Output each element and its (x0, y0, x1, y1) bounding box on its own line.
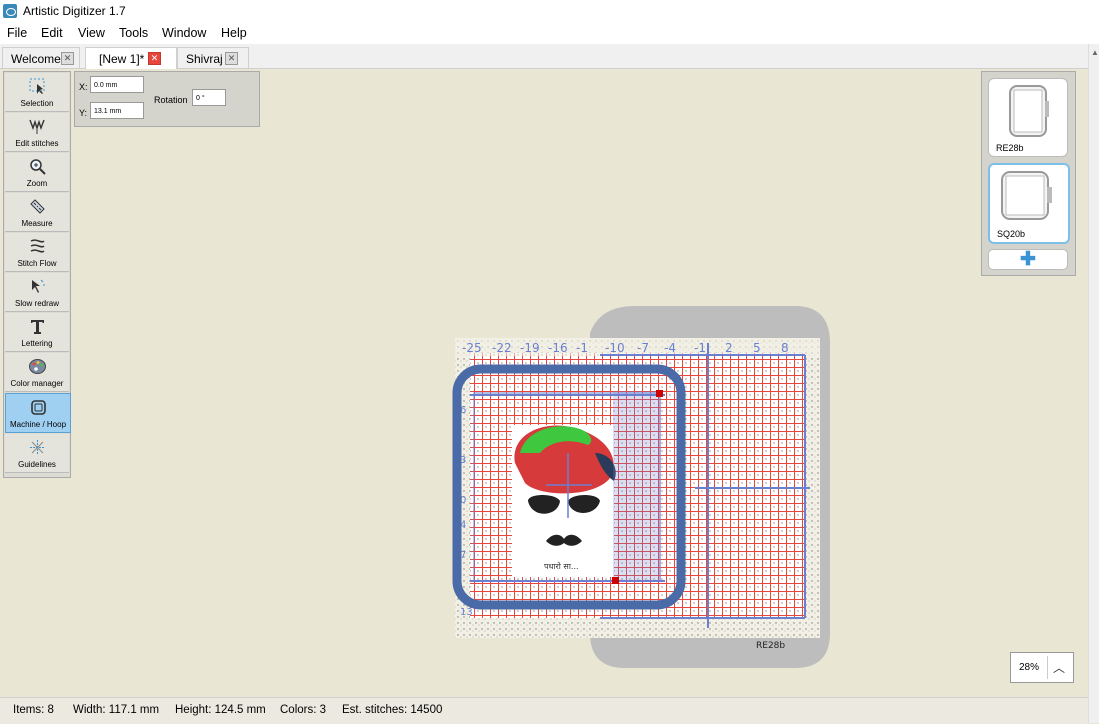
tool-label: Zoom (26, 179, 48, 188)
tool-measure[interactable]: Measure (5, 193, 69, 232)
hoop-selector-panel: RE28b SQ20b ✚ (981, 71, 1076, 276)
tool-guidelines[interactable]: Guidelines (5, 434, 69, 473)
vertical-scrollbar[interactable]: ▲ (1088, 44, 1099, 723)
tab-label: [New 1]* (99, 52, 145, 66)
menu-file[interactable]: File (7, 26, 27, 40)
ruler-number: 5 (753, 341, 761, 355)
lettering-icon (31, 320, 44, 334)
tool-edit-stitches[interactable]: Edit stitches (5, 113, 69, 152)
magnifier-icon (30, 159, 46, 175)
status-width: Width: 117.1 mm (73, 704, 160, 716)
tool-label: Machine / Hoop (9, 420, 67, 429)
ruler-number: -22 (492, 341, 512, 355)
guidelines-icon (30, 440, 45, 455)
ruler-number: -7 (637, 341, 649, 355)
status-stitches: Est. stitches: 14500 (342, 704, 443, 716)
hoop-option-sq20b[interactable]: SQ20b (988, 163, 1070, 244)
tool-label: Measure (21, 219, 53, 228)
rotation-field[interactable]: 0 ° (192, 89, 226, 106)
hoop-label: RE28b (996, 143, 1024, 153)
x-label: X: (79, 82, 88, 92)
design-caption: पधारो सा... (544, 561, 579, 571)
tool-selection[interactable]: Selection (5, 73, 69, 112)
tab-label: Shivraj (186, 52, 223, 66)
ruler-number: -19 (520, 341, 540, 355)
tab-shivraj[interactable]: Shivraj ✕ (177, 47, 249, 68)
zoom-level: 28% (1019, 662, 1040, 673)
tool-panel: Selection Edit stitches Zoom Measure Sti… (3, 71, 71, 478)
ruler-number: 8 (781, 341, 789, 355)
menu-edit[interactable]: Edit (41, 26, 63, 40)
rotation-label: Rotation (154, 95, 188, 105)
menu-window[interactable]: Window (162, 26, 206, 40)
window-title: Artistic Digitizer 1.7 (23, 4, 126, 18)
zoom-divider (1047, 656, 1048, 679)
close-icon[interactable]: ✕ (61, 52, 74, 65)
ruler-icon (30, 199, 45, 214)
tool-slow-redraw[interactable]: Slow redraw (5, 273, 69, 312)
y-position-field[interactable]: 13.1 mm (90, 102, 144, 119)
status-items: Items: 8 (13, 704, 54, 716)
tool-machine-hoop[interactable]: Machine / Hoop (5, 393, 71, 433)
ruler-number: -4 (664, 341, 676, 355)
ruler-number: -10 (605, 341, 625, 355)
tool-lettering[interactable]: Lettering (5, 313, 69, 352)
hoop-icon (31, 400, 46, 415)
menu-view[interactable]: View (78, 26, 105, 40)
tool-label: Lettering (21, 339, 53, 348)
hoop-sq20b-icon (1001, 171, 1052, 220)
zoom-control[interactable]: 28% ︿ (1010, 652, 1074, 683)
close-icon[interactable]: ✕ (148, 52, 161, 65)
menu-tools[interactable]: Tools (119, 26, 148, 40)
title-bar: Artistic Digitizer 1.7 (0, 0, 1099, 22)
menu-bar: File Edit View Tools Window Help (0, 22, 1099, 44)
scroll-up-icon[interactable]: ▲ (1091, 48, 1099, 57)
status-bar: Items: 8 Width: 117.1 mm Height: 124.5 m… (0, 697, 1088, 724)
y-label: Y: (79, 108, 88, 118)
tool-label: Slow redraw (14, 299, 59, 308)
chevron-up-icon[interactable]: ︿ (1053, 659, 1065, 676)
resize-handle[interactable] (656, 390, 663, 397)
embroidery-canvas[interactable]: -25 -22 -19 -16 -1 -10 -7 -4 -1 2 5 8 6 … (450, 303, 830, 673)
selection-highlight (613, 391, 661, 581)
hoop-label: SQ20b (997, 229, 1026, 239)
position-properties-panel: X: 0.0 mm Y: 13.1 mm Rotation 0 ° (74, 71, 260, 127)
tool-label: Guidelines (18, 460, 56, 469)
hoop-option-re28b[interactable]: RE28b (988, 78, 1068, 157)
ruler-number: 13 (460, 607, 473, 618)
tab-welcome[interactable]: Welcome ✕ (2, 47, 80, 68)
slow-redraw-icon (32, 279, 45, 293)
tool-zoom[interactable]: Zoom (5, 153, 69, 192)
menu-help[interactable]: Help (221, 26, 247, 40)
tool-label: Edit stitches (15, 139, 59, 148)
close-icon[interactable]: ✕ (225, 52, 238, 65)
ruler-number: -25 (462, 341, 482, 355)
hoop-re28b-icon (1009, 85, 1049, 137)
tab-label: Welcome (11, 52, 61, 66)
plus-icon: ✚ (1020, 249, 1036, 270)
app-icon (3, 4, 17, 18)
tool-label: Color manager (10, 379, 64, 388)
status-height: Height: 124.5 mm (175, 704, 266, 716)
hoop-name-label: RE28b (756, 641, 785, 651)
selection-arrow-icon (29, 78, 45, 94)
tool-label: Stitch Flow (17, 259, 57, 268)
x-position-field[interactable]: 0.0 mm (90, 76, 144, 93)
tab-new-1[interactable]: [New 1]* ✕ (85, 47, 177, 69)
tool-label: Selection (20, 99, 54, 108)
tool-stitch-flow[interactable]: Stitch Flow (5, 233, 69, 272)
ruler-number: -1 (694, 341, 706, 355)
stitch-flow-icon (30, 239, 45, 253)
resize-handle[interactable] (612, 577, 619, 584)
ruler-number: 2 (725, 341, 733, 355)
status-colors: Colors: 3 (280, 704, 327, 716)
palette-icon (29, 359, 46, 374)
tool-color-manager[interactable]: Color manager (5, 353, 69, 392)
ruler-number: -16 (548, 341, 568, 355)
edit-stitches-icon (29, 119, 45, 134)
add-hoop-button[interactable]: ✚ (988, 249, 1068, 270)
document-tabs: Welcome ✕ [New 1]* ✕ Shivraj ✕ (0, 44, 1099, 69)
ruler-number: -1 (576, 341, 588, 355)
